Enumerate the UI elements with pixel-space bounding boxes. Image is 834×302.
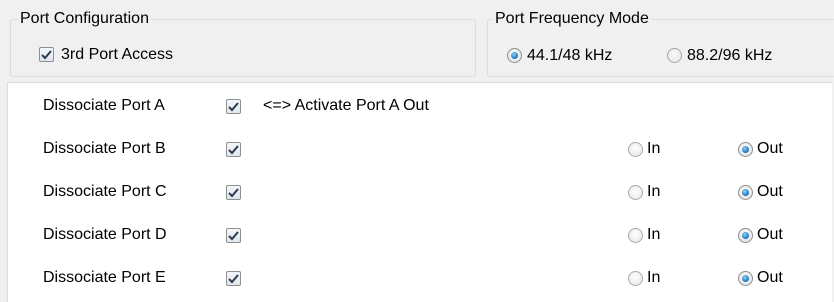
third-port-access-check-icon[interactable]	[39, 47, 54, 62]
port-row-e: Dissociate Port E In Out	[8, 263, 832, 293]
port-configuration-group: Port Configuration 3rd Port Access	[10, 9, 476, 77]
port-c-in-radio-icon[interactable]	[628, 185, 643, 200]
port-b-in-label: In	[647, 140, 661, 157]
port-e-in-label: In	[647, 269, 661, 286]
port-c-out-radio-icon[interactable]	[738, 185, 753, 200]
activate-port-a-out-label: <=> Activate Port A Out	[263, 97, 429, 114]
port-configuration-title: Port Configuration	[18, 9, 151, 29]
port-frequency-mode-group: Port Frequency Mode 44.1/48 kHz 88.2/96 …	[487, 9, 834, 77]
frequency-88-96-label: 88.2/96 kHz	[687, 47, 773, 64]
port-d-out-label: Out	[757, 226, 783, 243]
port-e-out-radio-icon[interactable]	[738, 271, 753, 286]
port-row-c: Dissociate Port C In Out	[8, 177, 832, 207]
dissociate-port-c-checkbox[interactable]	[226, 185, 241, 200]
port-d-in-radio-icon[interactable]	[628, 228, 643, 243]
dissociate-port-b-checkbox[interactable]	[226, 142, 241, 157]
port-c-in-label: In	[647, 183, 661, 200]
frequency-44-48-radio-icon[interactable]	[507, 48, 522, 63]
dissociate-port-e-checkbox[interactable]	[226, 271, 241, 286]
port-row-d: Dissociate Port D In Out	[8, 220, 832, 250]
port-row-b: Dissociate Port B In Out	[8, 134, 832, 164]
frequency-88-96-radio-icon[interactable]	[667, 48, 682, 63]
dissociate-port-e-label: Dissociate Port E	[43, 269, 166, 286]
dissociate-port-d-checkbox[interactable]	[226, 228, 241, 243]
dissociate-ports-panel: Dissociate Port A <=> Activate Port A Ou…	[7, 82, 832, 302]
port-d-in-label: In	[647, 226, 661, 243]
port-b-out-label: Out	[757, 140, 783, 157]
dissociate-port-a-label: Dissociate Port A	[43, 97, 165, 114]
port-frequency-mode-title: Port Frequency Mode	[493, 9, 651, 29]
port-e-out-label: Out	[757, 269, 783, 286]
frequency-44-48-label: 44.1/48 kHz	[527, 47, 613, 64]
port-c-out-label: Out	[757, 183, 783, 200]
port-e-in-radio-icon[interactable]	[628, 271, 643, 286]
dissociate-port-b-label: Dissociate Port B	[43, 140, 166, 157]
port-b-in-radio-icon[interactable]	[628, 142, 643, 157]
dissociate-port-c-label: Dissociate Port C	[43, 183, 167, 200]
frequency-option-88-96[interactable]: 88.2/96 kHz	[667, 45, 827, 67]
port-b-out-radio-icon[interactable]	[738, 142, 753, 157]
third-port-access-checkbox[interactable]: 3rd Port Access	[39, 45, 239, 67]
third-port-access-label: 3rd Port Access	[61, 46, 174, 63]
port-row-a: Dissociate Port A <=> Activate Port A Ou…	[8, 91, 832, 121]
frequency-option-44-48[interactable]: 44.1/48 kHz	[507, 45, 657, 67]
port-d-out-radio-icon[interactable]	[738, 228, 753, 243]
dissociate-port-d-label: Dissociate Port D	[43, 226, 167, 243]
dissociate-port-a-checkbox[interactable]	[226, 99, 241, 114]
